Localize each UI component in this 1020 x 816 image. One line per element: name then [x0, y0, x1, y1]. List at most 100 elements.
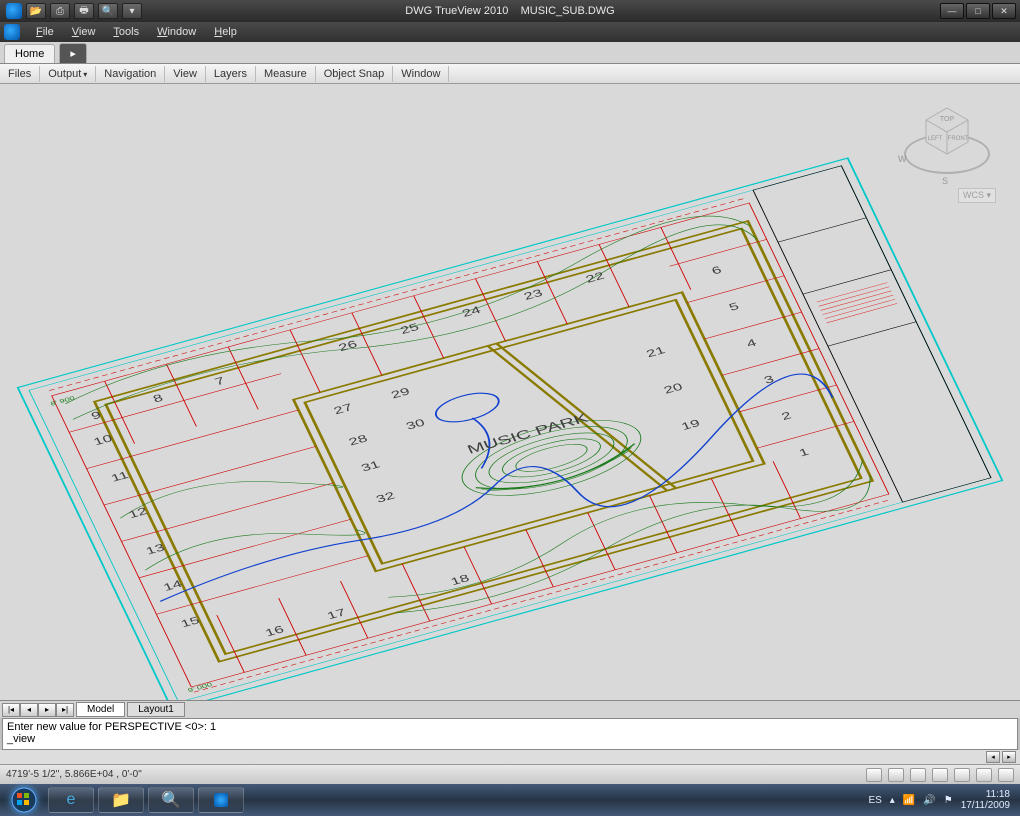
panel-window[interactable]: Window — [393, 66, 449, 82]
document-title: MUSIC_SUB.DWG — [521, 5, 615, 17]
panel-navigation[interactable]: Navigation — [96, 66, 165, 82]
ribbon-tab-strip: Home ▸ — [0, 42, 1020, 64]
ie-icon: e — [67, 791, 76, 809]
status-polar-button[interactable] — [954, 768, 970, 782]
menu-file[interactable]: File — [28, 24, 62, 40]
svg-text:8: 8 — [151, 392, 165, 405]
window-controls: — □ ✕ — [940, 3, 1020, 19]
tray-sound-icon[interactable]: 🔊 — [923, 795, 935, 806]
svg-text:28: 28 — [347, 433, 370, 448]
trueview-icon — [214, 793, 228, 807]
panel-object-snap[interactable]: Object Snap — [316, 66, 394, 82]
coord-system-label[interactable]: WCS ▾ — [958, 188, 996, 203]
clock-date: 17/11/2009 — [961, 800, 1010, 811]
svg-text:16: 16 — [263, 623, 286, 638]
titlebar: 📂 ⎙ 🖶 🔍 ▾ DWG TrueView 2010 MUSIC_SUB.DW… — [0, 0, 1020, 22]
statusbar: 4719'-5 1/2", 5.866E+04 , 0'-0" — [0, 764, 1020, 784]
status-osnap-button[interactable] — [976, 768, 992, 782]
svg-text:27: 27 — [332, 401, 355, 416]
layout-nav-first[interactable]: |◂ — [2, 703, 20, 717]
svg-text:18: 18 — [449, 572, 472, 587]
command-line[interactable]: Enter new value for PERSPECTIVE <0>: 1 _… — [2, 718, 1018, 750]
panel-measure[interactable]: Measure — [256, 66, 316, 82]
qat-open-button[interactable]: 📂 — [26, 3, 46, 19]
taskbar-explorer[interactable]: 📁 — [98, 787, 144, 813]
svg-text:2: 2 — [779, 410, 793, 423]
ribbon-tab-more[interactable]: ▸ — [59, 43, 87, 63]
svg-text:19: 19 — [679, 417, 702, 432]
scroll-right-button[interactable]: ▸ — [1002, 751, 1016, 763]
layout-nav: |◂ ◂ ▸ ▸| — [2, 703, 74, 717]
start-button[interactable] — [4, 786, 44, 814]
svg-text:9' 000: 9' 000 — [187, 681, 214, 694]
viewcube[interactable]: TOP LEFT FRONT W S WCS ▾ — [902, 98, 992, 198]
panel-layers[interactable]: Layers — [206, 66, 256, 82]
svg-text:32: 32 — [374, 490, 397, 505]
quick-access-toolbar: 📂 ⎙ 🖶 🔍 ▾ — [0, 3, 148, 19]
panel-files[interactable]: Files — [0, 66, 40, 82]
svg-text:3: 3 — [762, 373, 776, 386]
tray-flag-icon[interactable]: ⚑ — [944, 795, 953, 806]
coordinate-readout: 4719'-5 1/2", 5.866E+04 , 0'-0" — [6, 769, 142, 780]
windows-taskbar: e 📁 🔍 ES ▴ 📶 🔊 ⚑ 11:18 17/11/2009 — [0, 784, 1020, 816]
tray-network-icon[interactable]: 📶 — [903, 795, 915, 806]
viewcube-face-top: TOP — [940, 116, 955, 123]
taskbar-ie[interactable]: e — [48, 787, 94, 813]
command-prompt-line: _view — [7, 733, 1013, 745]
qat-plot-button[interactable]: ⎙ — [50, 3, 70, 19]
qat-print-button[interactable]: 🖶 — [74, 3, 94, 19]
compass-w: W — [898, 154, 907, 164]
svg-text:20: 20 — [662, 381, 685, 396]
window-title: DWG TrueView 2010 MUSIC_SUB.DWG — [405, 5, 614, 17]
command-history-line: Enter new value for PERSPECTIVE <0>: 1 — [7, 721, 1013, 733]
status-lwt-button[interactable] — [998, 768, 1014, 782]
ribbon-panels: Files Output▾ Navigation View Layers Mea… — [0, 64, 1020, 84]
command-scrollbar: ◂ ▸ — [0, 750, 1020, 764]
close-button[interactable]: ✕ — [992, 3, 1016, 19]
qat-search-button[interactable]: 🔍 — [98, 3, 118, 19]
status-grid-button[interactable] — [888, 768, 904, 782]
menu-window[interactable]: Window — [149, 24, 204, 40]
taskbar-clock[interactable]: 11:18 17/11/2009 — [961, 789, 1010, 811]
taskbar-magnifier[interactable]: 🔍 — [148, 787, 194, 813]
drawing-canvas[interactable]: 987 262524 2322 654 321 101112 131415 16… — [0, 84, 1020, 700]
layout-nav-prev[interactable]: ◂ — [20, 703, 38, 717]
layout-tab-bar: |◂ ◂ ▸ ▸| Model Layout1 — [0, 700, 1020, 718]
maximize-button[interactable]: □ — [966, 3, 990, 19]
menu-view[interactable]: View — [64, 24, 104, 40]
app-icon[interactable] — [6, 3, 22, 19]
svg-text:21: 21 — [644, 344, 667, 359]
status-ortho-button[interactable] — [932, 768, 948, 782]
taskbar-trueview[interactable] — [198, 787, 244, 813]
status-snap-button[interactable] — [910, 768, 926, 782]
status-model-button[interactable] — [866, 768, 882, 782]
app-title: DWG TrueView 2010 — [405, 5, 508, 17]
svg-text:4: 4 — [745, 337, 759, 350]
viewcube-face-left: LEFT — [928, 136, 943, 142]
folder-icon: 📁 — [111, 790, 131, 810]
svg-text:7: 7 — [213, 375, 227, 388]
viewcube-face-front: FRONT — [948, 136, 969, 142]
layout-nav-next[interactable]: ▸ — [38, 703, 56, 717]
panel-output[interactable]: Output▾ — [40, 66, 96, 82]
panel-view[interactable]: View — [165, 66, 206, 82]
menu-tools[interactable]: Tools — [105, 24, 147, 40]
layout-tab-model[interactable]: Model — [76, 702, 125, 717]
tray-chevron-icon[interactable]: ▴ — [890, 795, 895, 806]
layout-tab-layout1[interactable]: Layout1 — [127, 702, 185, 717]
scroll-left-button[interactable]: ◂ — [986, 751, 1000, 763]
menu-help[interactable]: Help — [206, 24, 245, 40]
ribbon-tab-home[interactable]: Home — [4, 44, 55, 63]
clock-time: 11:18 — [961, 789, 1010, 800]
svg-text:17: 17 — [325, 606, 348, 621]
status-tray — [866, 768, 1014, 782]
application-menu-icon[interactable] — [4, 24, 20, 40]
language-indicator[interactable]: ES — [868, 795, 881, 806]
system-tray: ES ▴ 📶 🔊 ⚑ 11:18 17/11/2009 — [868, 789, 1016, 811]
minimize-button[interactable]: — — [940, 3, 964, 19]
magnifier-icon: 🔍 — [161, 790, 181, 810]
svg-text:1: 1 — [797, 446, 811, 459]
layout-nav-last[interactable]: ▸| — [56, 703, 74, 717]
svg-text:30: 30 — [404, 417, 427, 432]
qat-dropdown-button[interactable]: ▾ — [122, 3, 142, 19]
